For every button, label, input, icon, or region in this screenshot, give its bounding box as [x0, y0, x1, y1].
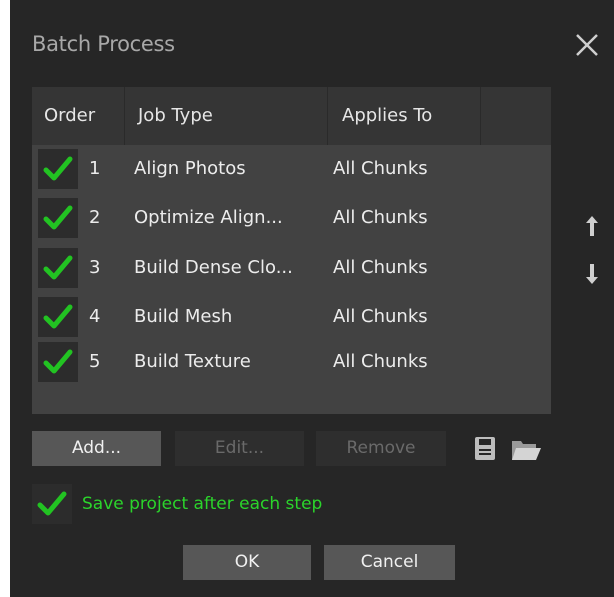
table-row[interactable]: 4 Build Mesh All Chunks	[32, 293, 551, 341]
arrow-down-icon[interactable]	[586, 264, 598, 284]
checkmark-icon	[43, 255, 73, 280]
table-header: Order Job Type Applies To	[32, 87, 551, 145]
row-order: 1	[89, 158, 101, 179]
table-row[interactable]: 5 Build Texture All Chunks	[32, 338, 551, 386]
add-button[interactable]: Add...	[32, 431, 161, 466]
row-checkbox[interactable]	[38, 248, 78, 288]
ok-button[interactable]: OK	[183, 545, 311, 580]
row-applies-to: All Chunks	[333, 257, 428, 278]
column-header-job-type[interactable]: Job Type	[138, 87, 213, 145]
save-icon[interactable]	[475, 437, 495, 460]
dialog-title: Batch Process	[32, 32, 175, 56]
row-checkbox[interactable]	[38, 198, 78, 238]
row-order: 2	[89, 207, 101, 228]
row-order: 3	[89, 257, 101, 278]
row-job-type: Build Dense Clo...	[134, 257, 293, 278]
column-divider	[327, 87, 328, 145]
row-applies-to: All Chunks	[333, 351, 428, 372]
column-header-order[interactable]: Order	[44, 87, 95, 145]
row-applies-to: All Chunks	[333, 306, 428, 327]
row-job-type: Align Photos	[134, 158, 246, 179]
row-job-type: Build Texture	[134, 351, 251, 372]
remove-button[interactable]: Remove	[316, 431, 446, 466]
edit-button[interactable]: Edit...	[175, 431, 304, 466]
checkmark-icon	[43, 156, 73, 181]
row-job-type: Optimize Align...	[134, 207, 283, 228]
checkmark-icon	[43, 205, 73, 230]
arrow-up-icon[interactable]	[586, 216, 598, 236]
cancel-button[interactable]: Cancel	[324, 545, 455, 580]
batch-process-dialog: Batch Process Order Job Type Applies To …	[10, 0, 614, 597]
save-project-label[interactable]: Save project after each step	[82, 484, 322, 524]
row-order: 4	[89, 306, 101, 327]
table-row[interactable]: 1 Align Photos All Chunks	[32, 145, 551, 193]
row-checkbox[interactable]	[38, 342, 78, 382]
row-applies-to: All Chunks	[333, 207, 428, 228]
column-divider	[480, 87, 481, 145]
row-checkbox[interactable]	[38, 149, 78, 189]
column-divider	[124, 87, 125, 145]
row-applies-to: All Chunks	[333, 158, 428, 179]
close-icon[interactable]	[572, 30, 602, 60]
row-order: 5	[89, 351, 101, 372]
table-row[interactable]: 2 Optimize Align... All Chunks	[32, 194, 551, 242]
row-checkbox[interactable]	[38, 297, 78, 337]
row-job-type: Build Mesh	[134, 306, 233, 327]
checkmark-icon	[43, 304, 73, 329]
table-row[interactable]: 3 Build Dense Clo... All Chunks	[32, 244, 551, 292]
checkmark-icon	[43, 349, 73, 374]
folder-open-icon[interactable]	[512, 439, 541, 460]
column-header-applies-to[interactable]: Applies To	[342, 87, 432, 145]
save-project-checkbox[interactable]	[32, 484, 72, 524]
job-table: Order Job Type Applies To 1 Align Photos…	[32, 87, 551, 414]
checkmark-icon	[37, 491, 67, 516]
